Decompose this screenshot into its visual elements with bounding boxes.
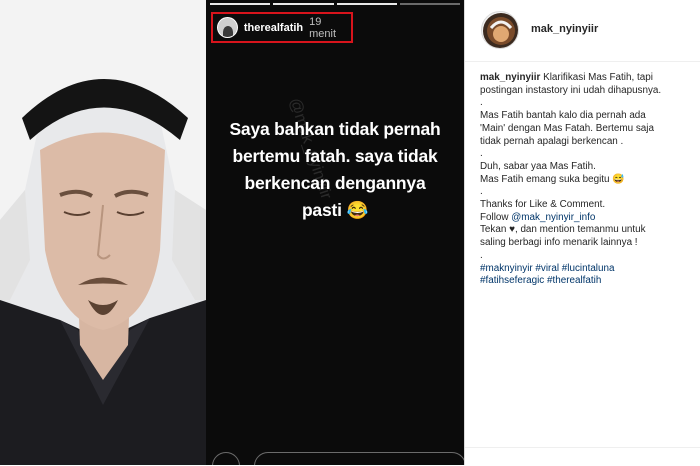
caption-text: Duh, sabar yaa Mas Fatih. bbox=[480, 160, 596, 172]
post-author-username[interactable]: mak_nyinyiir bbox=[531, 23, 598, 35]
post-author-avatar[interactable] bbox=[481, 11, 519, 49]
story-avatar[interactable] bbox=[217, 17, 238, 38]
post-header: mak_nyinyiir bbox=[465, 0, 700, 62]
caption-text: Klarifikasi Mas Fatih, tapi bbox=[540, 72, 653, 83]
story-caption-line: pasti 😂 bbox=[301, 200, 369, 220]
story-header-highlight: therealfatih 19 menit bbox=[211, 12, 353, 43]
story-reply-input[interactable] bbox=[254, 452, 464, 465]
caption-text: tidak pernah apalagi berkencan . bbox=[480, 135, 624, 147]
caption-separator: . bbox=[480, 249, 483, 261]
caption-text: Mas Fatih bantah kalo dia pernah ada bbox=[480, 110, 646, 122]
hashtag-links[interactable]: #maknyinyir #viral #lucintaluna bbox=[480, 263, 696, 276]
instagram-story-panel: therealfatih 19 menit @mak_nyinyiir Saya… bbox=[206, 0, 464, 465]
camera-icon[interactable] bbox=[212, 452, 240, 465]
portrait-image bbox=[0, 0, 206, 465]
story-caption-line: bertemu fatah. saya tidak bbox=[232, 146, 438, 166]
caption-text: Tekan ♥, dan mention temanmu untuk bbox=[480, 224, 646, 236]
story-timestamp: 19 menit bbox=[309, 15, 337, 40]
hashtag-links[interactable]: #fatihseferagic #therealfatih bbox=[480, 275, 696, 288]
caption-text: Thanks for Like & Comment. bbox=[480, 199, 606, 211]
caption-text: Follow bbox=[480, 211, 512, 223]
story-caption-line: Saya bahkan tidak pernah bbox=[229, 119, 441, 139]
profile-logo-icon bbox=[483, 13, 518, 48]
caption-text: postingan instastory ini udah dihapusnya… bbox=[480, 84, 662, 96]
caption-separator: . bbox=[480, 186, 483, 198]
photo-panel bbox=[0, 0, 206, 465]
caption-text: Mas Fatih emang suka begitu 😅 bbox=[480, 173, 625, 185]
instagram-post-pane: mak_nyinyiir mak_nyinyiir Klarifikasi Ma… bbox=[465, 0, 700, 465]
caption-separator: . bbox=[480, 148, 483, 160]
post-caption: mak_nyinyiir Klarifikasi Mas Fatih, tapi… bbox=[480, 72, 696, 288]
story-progress-segment bbox=[273, 3, 334, 5]
story-progress-segment bbox=[399, 3, 460, 5]
caption-author[interactable]: mak_nyinyiir bbox=[480, 72, 540, 83]
caption-text: 'Main' dengan Mas Fatah. Bertemu saja bbox=[480, 122, 654, 134]
caption-text: saling berbagi info menarik lainnya ! bbox=[480, 237, 638, 249]
story-progress-segment bbox=[210, 3, 271, 5]
story-username[interactable]: therealfatih bbox=[244, 22, 303, 34]
mention-link[interactable]: @mak_nyinyir_info bbox=[511, 212, 595, 223]
story-caption: Saya bahkan tidak pernah bertemu fatah. … bbox=[206, 116, 464, 224]
post-footer bbox=[465, 447, 700, 466]
caption-separator: . bbox=[480, 97, 483, 109]
story-progress-bars bbox=[210, 3, 460, 5]
story-caption-line: berkencan dengannya bbox=[244, 173, 426, 193]
story-progress-segment bbox=[336, 3, 397, 5]
